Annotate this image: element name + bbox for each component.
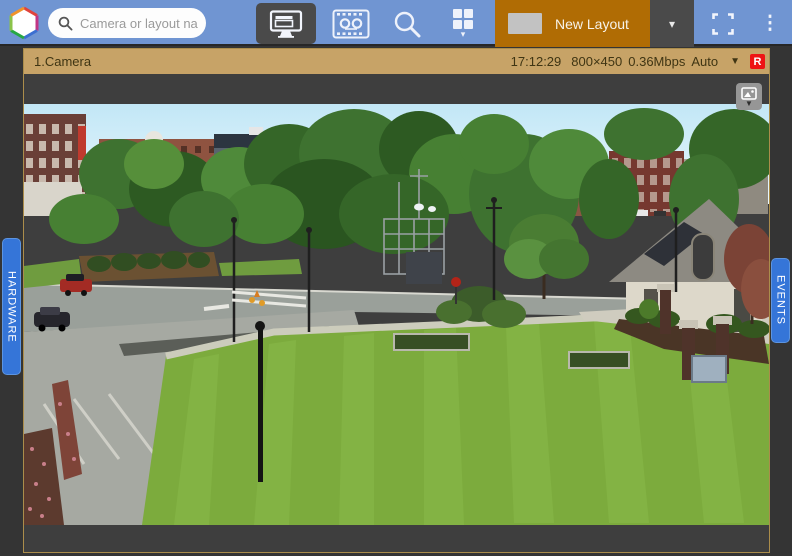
monitor-icon bbox=[269, 9, 303, 38]
archive-view-button[interactable] bbox=[328, 3, 374, 44]
magnifier-icon bbox=[394, 11, 421, 37]
layout-thumbnail bbox=[508, 13, 542, 34]
camera-cell[interactable]: 1.Camera 17:12:29 800×450 0.36Mbps Auto … bbox=[23, 48, 770, 553]
search-input[interactable] bbox=[80, 15, 200, 31]
picture-icon bbox=[741, 86, 757, 100]
search-icon bbox=[58, 16, 73, 31]
status-resolution: 800×450 bbox=[571, 54, 623, 69]
layout-tab-dropdown[interactable]: ▾ bbox=[650, 0, 694, 47]
chevron-down-icon: ▾ bbox=[460, 29, 466, 39]
cassette-icon bbox=[332, 9, 370, 38]
camera-titlebar[interactable]: 1.Camera 17:12:29 800×450 0.36Mbps Auto … bbox=[24, 49, 769, 74]
smart-search-button[interactable] bbox=[384, 3, 430, 44]
main-toolbar: ▾ New Layout ▾ ⋮ bbox=[0, 0, 792, 47]
camera-status: 17:12:29 800×450 0.36Mbps Auto ▼ R bbox=[511, 54, 769, 69]
live-view-button[interactable] bbox=[256, 3, 316, 44]
status-bitrate: 0.36Mbps bbox=[628, 54, 686, 69]
fullscreen-button[interactable] bbox=[702, 3, 744, 44]
search-field[interactable] bbox=[48, 8, 206, 38]
tab-new-layout[interactable]: New Layout bbox=[495, 0, 650, 47]
camera-video-frame bbox=[24, 104, 769, 525]
layouts-button[interactable]: ▾ bbox=[438, 3, 488, 44]
status-quality: Auto bbox=[691, 54, 719, 69]
sidebar-tab-hardware[interactable]: HARDWARE bbox=[2, 238, 21, 375]
layout-grid-icon bbox=[453, 9, 473, 29]
save-snapshot-button[interactable]: ▼ bbox=[736, 83, 762, 110]
fullscreen-icon bbox=[712, 12, 734, 35]
app-logo-hexagon-icon[interactable] bbox=[6, 5, 42, 41]
more-menu-button[interactable]: ⋮ bbox=[752, 3, 788, 44]
stream-caret-icon[interactable]: ▼ bbox=[730, 56, 740, 67]
download-arrow-icon: ▼ bbox=[745, 98, 753, 108]
sidebar-tab-events[interactable]: EVENTS bbox=[771, 258, 790, 343]
camera-title: 1.Camera bbox=[34, 54, 92, 69]
status-time: 17:12:29 bbox=[510, 54, 562, 69]
layout-tab-label: New Layout bbox=[555, 15, 629, 32]
recording-badge: R bbox=[750, 54, 765, 69]
app-window: ▾ New Layout ▾ ⋮ 1.Camera 17:12:29 bbox=[0, 0, 792, 556]
video-area[interactable]: ▼ bbox=[24, 74, 769, 552]
